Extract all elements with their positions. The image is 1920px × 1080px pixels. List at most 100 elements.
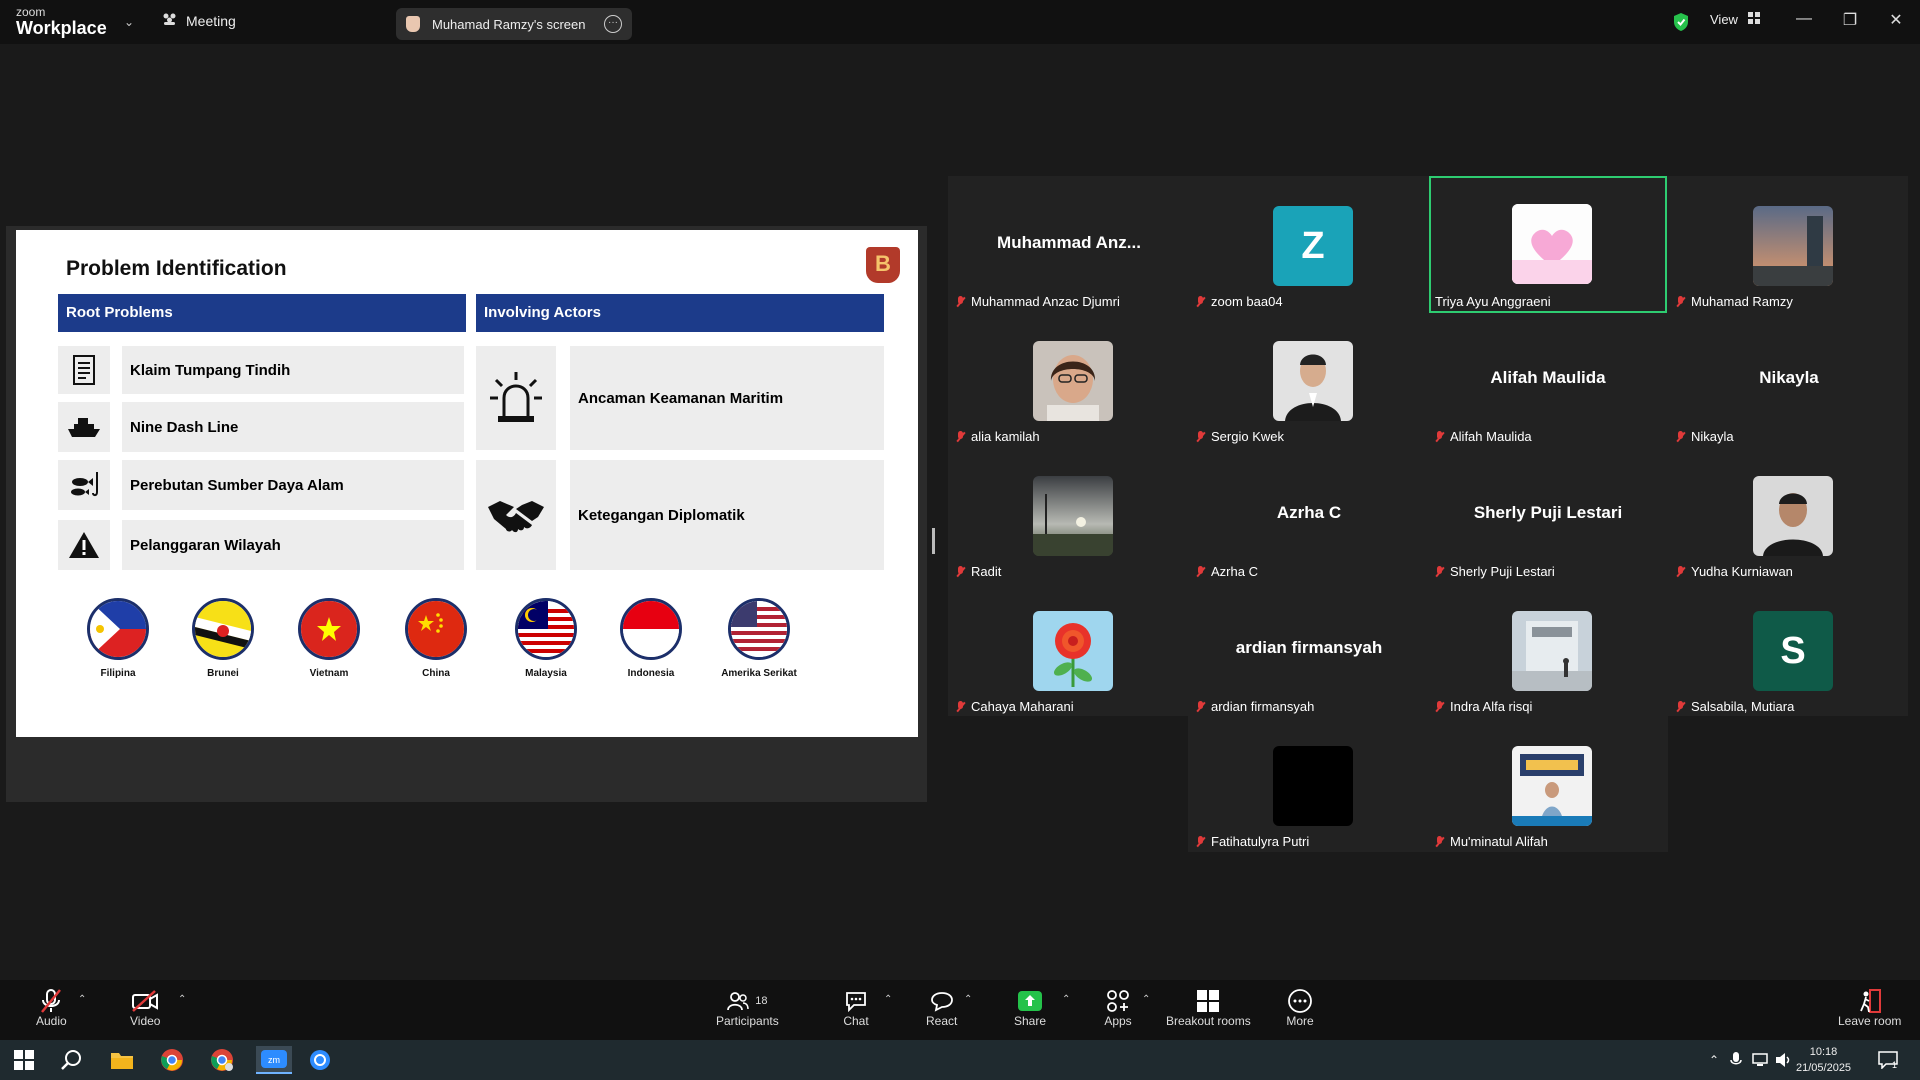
apps-options-chevron-icon[interactable]: ⌃ xyxy=(1142,994,1150,1005)
participant-name: Nikayla xyxy=(1691,429,1734,444)
camera-off-icon xyxy=(131,988,159,1014)
participant-tile[interactable]: Sergio Kwek xyxy=(1190,313,1428,447)
avatar xyxy=(1033,476,1113,556)
mic-muted-icon xyxy=(1196,565,1205,578)
country-label: China xyxy=(422,668,450,679)
root-problems-header: Root Problems xyxy=(58,294,466,332)
country-vietnam: Vietnam xyxy=(274,598,384,679)
zoom-taskbar-icon[interactable]: zm xyxy=(256,1046,292,1074)
leave-room-button[interactable]: Leave room xyxy=(1838,988,1901,1028)
video-options-chevron-icon[interactable]: ⌃ xyxy=(178,994,186,1005)
grid-view-icon xyxy=(1747,12,1760,27)
zoom-logo[interactable]: zoom Workplace xyxy=(16,6,107,37)
participant-tile[interactable]: Muhammad Anz... Muhammad Anzac Djumri xyxy=(950,178,1188,312)
audio-button[interactable]: Audio xyxy=(36,988,67,1028)
share-options-chevron-icon[interactable]: ⌃ xyxy=(1062,994,1070,1005)
participant-tile[interactable]: ardian firmansyah ardian firmansyah xyxy=(1190,583,1428,717)
participant-tile[interactable]: Indra Alfa risqi xyxy=(1429,583,1667,717)
breakout-rooms-button[interactable]: Breakout rooms xyxy=(1166,988,1251,1028)
notification-icon[interactable]: 1 xyxy=(1874,1046,1902,1074)
participant-tile[interactable]: Yudha Kurniawan xyxy=(1670,448,1908,582)
handshake-icon xyxy=(476,460,556,570)
windows-start-icon[interactable] xyxy=(10,1046,38,1074)
actor-item: Ancaman Keamanan Maritim xyxy=(570,346,884,450)
participant-name: Cahaya Maharani xyxy=(971,699,1074,714)
participant-tile-active-speaker[interactable]: Triya Ayu Anggraeni xyxy=(1429,176,1667,313)
country-label: Vietnam xyxy=(309,668,349,679)
minimize-icon[interactable]: — xyxy=(1792,10,1816,28)
audio-options-chevron-icon[interactable]: ⌃ xyxy=(78,994,86,1005)
zoom-meeting-taskbar-icon[interactable] xyxy=(306,1046,334,1074)
indonesia-flag-icon xyxy=(620,598,682,660)
participant-tile[interactable]: Radit xyxy=(950,448,1188,582)
participant-tile[interactable]: Mu'minatul Alifah xyxy=(1429,718,1667,852)
country-malaysia: Malaysia xyxy=(491,598,601,679)
video-button[interactable]: Video xyxy=(130,988,160,1028)
avatar xyxy=(1273,746,1353,826)
file-explorer-icon[interactable] xyxy=(108,1046,136,1074)
participant-name: Mu'minatul Alifah xyxy=(1450,834,1548,849)
avatar xyxy=(1273,341,1353,421)
meeting-menu-button[interactable]: Meeting xyxy=(162,12,236,29)
participant-tile[interactable]: Alifah Maulida Alifah Maulida xyxy=(1429,313,1667,447)
meeting-icon xyxy=(162,12,178,29)
title-bar: zoom Workplace ⌄ Meeting Muhamad Ramzy's… xyxy=(0,0,1920,44)
split-view-handle[interactable] xyxy=(932,528,935,554)
leave-room-icon xyxy=(1856,988,1884,1014)
participant-tile[interactable]: Sherly Puji Lestari Sherly Puji Lestari xyxy=(1429,448,1667,582)
microphone-muted-icon xyxy=(37,988,65,1014)
search-icon[interactable] xyxy=(58,1046,86,1074)
participant-tile[interactable]: S Salsabila, Mutiara xyxy=(1670,583,1908,717)
avatar: S xyxy=(1753,611,1833,691)
close-icon[interactable]: ✕ xyxy=(1884,10,1908,30)
meeting-label: Meeting xyxy=(186,12,236,29)
breakout-rooms-icon xyxy=(1194,988,1222,1014)
participant-name: Muhammad Anzac Djumri xyxy=(971,294,1120,309)
react-icon xyxy=(928,988,956,1014)
svg-text:zm: zm xyxy=(268,1055,280,1065)
chrome-icon[interactable] xyxy=(158,1046,186,1074)
mic-muted-icon xyxy=(1676,565,1685,578)
screen-share-indicator[interactable]: Muhamad Ramzy's screen ··· xyxy=(396,8,632,40)
chat-options-chevron-icon[interactable]: ⌃ xyxy=(884,994,892,1005)
more-button[interactable]: More xyxy=(1286,988,1314,1028)
avatar xyxy=(1512,746,1592,826)
notification-count: 1 xyxy=(1892,1060,1898,1070)
participants-button[interactable]: 18 Participants xyxy=(716,988,779,1028)
participant-display-name: Nikayla xyxy=(1759,368,1819,387)
react-options-chevron-icon[interactable]: ⌃ xyxy=(964,994,972,1005)
participant-tile[interactable]: Muhamad Ramzy xyxy=(1670,178,1908,312)
security-shield-icon[interactable] xyxy=(1672,12,1690,32)
mic-muted-icon xyxy=(1435,700,1444,713)
restore-icon[interactable]: ❐ xyxy=(1838,10,1862,30)
mic-muted-icon xyxy=(1676,295,1685,308)
clock-date: 21/05/2025 xyxy=(1796,1062,1852,1074)
participant-tile[interactable]: Nikayla Nikayla xyxy=(1670,313,1908,447)
participant-name: alia kamilah xyxy=(971,429,1040,444)
avatar xyxy=(1753,476,1833,556)
chat-button[interactable]: Chat xyxy=(842,988,870,1028)
participant-tile[interactable]: alia kamilah xyxy=(950,313,1188,447)
react-button[interactable]: React xyxy=(926,988,957,1028)
chrome-profile-icon[interactable] xyxy=(208,1046,236,1074)
mic-muted-icon xyxy=(956,430,965,443)
audio-label: Audio xyxy=(36,1014,67,1028)
breakout-rooms-label: Breakout rooms xyxy=(1166,1014,1251,1028)
share-button[interactable]: Share xyxy=(1014,988,1046,1028)
more-options-icon[interactable]: ··· xyxy=(604,15,622,33)
apps-button[interactable]: Apps xyxy=(1104,988,1132,1028)
chevron-down-icon[interactable]: ⌄ xyxy=(124,15,134,29)
view-button[interactable]: View xyxy=(1710,12,1760,27)
participants-label: Participants xyxy=(716,1014,779,1028)
system-clock[interactable]: 10:18 21/05/2025 xyxy=(1796,1044,1851,1076)
slide-logo-badge: B xyxy=(866,247,900,283)
root-problem-item: Klaim Tumpang Tindih xyxy=(122,346,464,394)
volume-icon[interactable] xyxy=(1770,1046,1798,1074)
avatar xyxy=(1033,341,1113,421)
participant-tile[interactable]: Azrha C Azrha C xyxy=(1190,448,1428,582)
participant-tile[interactable]: Cahaya Maharani xyxy=(950,583,1188,717)
participant-tile[interactable]: Z zoom baa04 xyxy=(1190,178,1428,312)
view-label: View xyxy=(1710,12,1738,27)
participant-tile[interactable]: Fatihatulyra Putri xyxy=(1190,718,1428,852)
participant-display-name: Azrha C xyxy=(1276,503,1342,522)
